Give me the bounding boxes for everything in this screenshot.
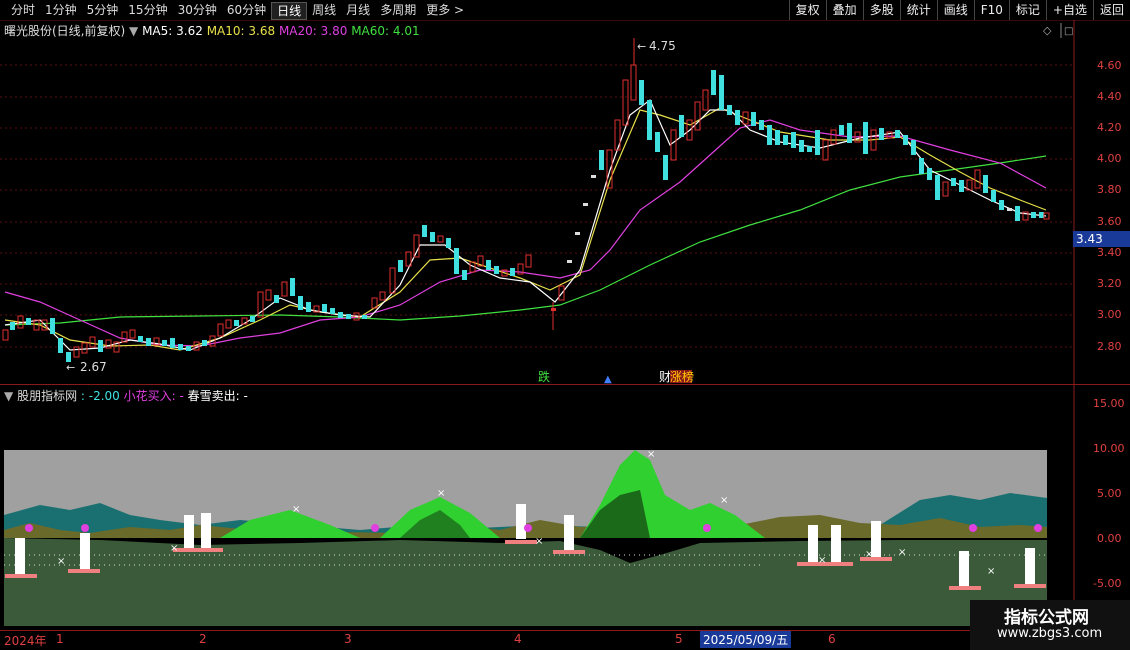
svg-text:×: ×	[535, 536, 543, 547]
restore-rights-button[interactable]: 复权	[788, 0, 826, 20]
svg-text:×: ×	[647, 449, 655, 460]
statistics-button[interactable]: 统计	[899, 0, 937, 20]
y-tick: 15.00	[1093, 397, 1125, 410]
y-tick: 4.60	[1097, 59, 1122, 72]
low-price-label: 2.67	[80, 360, 107, 374]
limit-up-list-marker[interactable]: 涨榜	[670, 369, 694, 384]
tab-weekly[interactable]: 周线	[307, 2, 341, 20]
indicator-chart[interactable]: × × × × × × × × × × × 15.00 10.00 5.00 0…	[0, 385, 1130, 630]
month-label: 4	[514, 632, 522, 646]
back-button[interactable]: 返回	[1092, 0, 1130, 20]
tab-daily[interactable]: 日线	[271, 2, 308, 20]
candles	[2, 64, 1050, 362]
overlay-button[interactable]: 叠加	[825, 0, 863, 20]
tab-30min[interactable]: 30分钟	[173, 2, 222, 20]
tab-5min[interactable]: 5分钟	[82, 2, 124, 20]
y-tick: 4.00	[1097, 152, 1122, 165]
svg-text:×: ×	[170, 543, 178, 554]
mark-button[interactable]: 标记	[1008, 0, 1046, 20]
add-watchlist-button[interactable]: +自选	[1045, 0, 1093, 20]
candlestick-chart[interactable]: ← 4.75 ← 2.67 跌 ▲ 财 涨榜 ◇ □ 4.60 4.40 4.2…	[0, 20, 1130, 385]
month-label: 1	[56, 632, 64, 646]
y-tick: 4.40	[1097, 90, 1122, 103]
diamond-icon[interactable]: ◇	[1043, 24, 1052, 37]
high-price-label: 4.75	[649, 39, 676, 53]
f10-button[interactable]: F10	[973, 0, 1009, 20]
y-tick: 3.40	[1097, 246, 1122, 259]
y-tick: 0.00	[1097, 532, 1122, 545]
tab-monthly[interactable]: 月线	[341, 2, 375, 20]
month-label: 6	[828, 632, 836, 646]
month-label: 5	[675, 632, 683, 646]
y-tick: 5.00	[1097, 487, 1122, 500]
month-label: 2	[199, 632, 207, 646]
svg-text:←: ←	[637, 40, 646, 53]
period-toolbar: 分时 1分钟 5分钟 15分钟 30分钟 60分钟 日线 周线 月线 多周期 更…	[0, 0, 1130, 21]
year-label: 2024年	[4, 634, 47, 648]
drop-marker[interactable]: 跌	[538, 369, 550, 384]
watermark-title: 指标公式网	[1004, 608, 1089, 628]
svg-text:×: ×	[720, 495, 728, 506]
cursor-date-label: 2025/05/09/五	[700, 631, 792, 648]
square-icon[interactable]: □	[1064, 26, 1073, 37]
watermark-url: www.zbgs3.com	[997, 626, 1103, 641]
svg-text:×: ×	[987, 566, 995, 577]
svg-text:×: ×	[57, 556, 65, 567]
tab-timeshare[interactable]: 分时	[6, 2, 40, 20]
draw-line-button[interactable]: 画线	[936, 0, 974, 20]
date-axis: 2024年 1 2 3 4 5 2025/05/09/五 6	[0, 630, 1075, 649]
tab-60min[interactable]: 60分钟	[222, 2, 271, 20]
svg-text:×: ×	[865, 549, 873, 560]
y-tick: 4.20	[1097, 121, 1122, 134]
tab-more[interactable]: 更多 >	[421, 2, 469, 20]
period-tabs: 分时 1分钟 5分钟 15分钟 30分钟 60分钟 日线 周线 月线 多周期 更…	[6, 2, 469, 20]
multi-stock-button[interactable]: 多股	[862, 0, 900, 20]
svg-text:←: ←	[66, 361, 75, 374]
y-tick: 2.80	[1097, 340, 1122, 353]
svg-text:×: ×	[898, 547, 906, 558]
y-tick: 10.00	[1093, 442, 1125, 455]
right-toolbar: 复权 叠加 多股 统计 画线 F10 标记 +自选 返回	[788, 0, 1130, 20]
tab-1min[interactable]: 1分钟	[40, 2, 82, 20]
svg-text:×: ×	[292, 504, 300, 515]
current-price-tag: 3.43	[1073, 231, 1130, 247]
y-tick: 3.00	[1097, 308, 1122, 321]
tab-15min[interactable]: 15分钟	[123, 2, 172, 20]
y-tick: -5.00	[1093, 577, 1121, 590]
y-tick: 3.60	[1097, 215, 1122, 228]
tab-multi-period[interactable]: 多周期	[375, 2, 421, 20]
y-tick: 3.20	[1097, 277, 1122, 290]
y-tick: 3.80	[1097, 183, 1122, 196]
svg-text:×: ×	[818, 555, 826, 566]
svg-text:×: ×	[437, 488, 445, 499]
month-label: 3	[344, 632, 352, 646]
